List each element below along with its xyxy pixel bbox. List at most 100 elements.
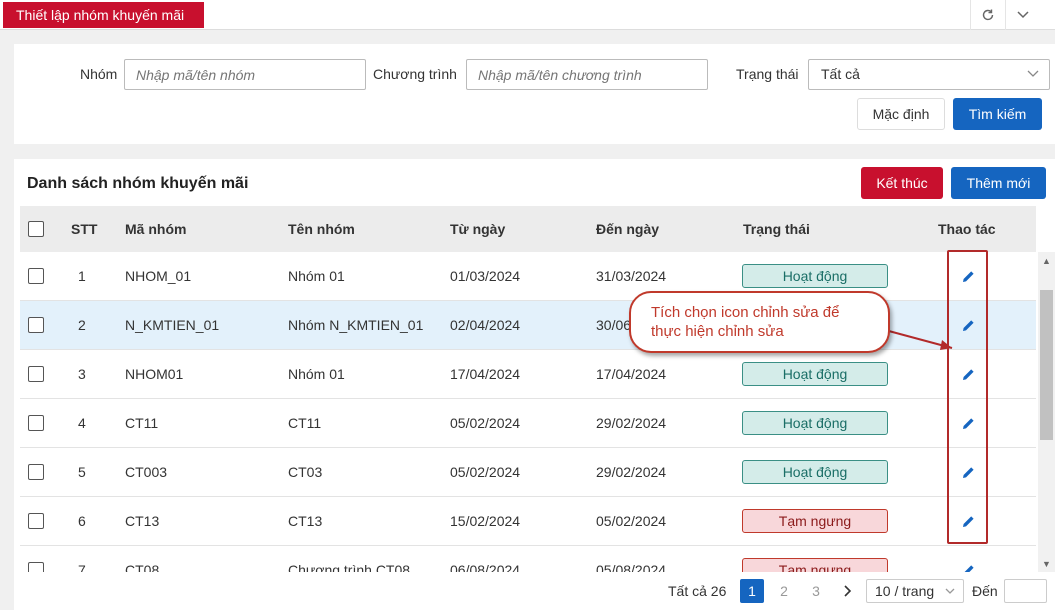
search-button[interactable]: Tìm kiếm <box>953 98 1042 130</box>
row-code: CT13 <box>125 513 160 529</box>
edit-pencil-icon <box>963 564 974 572</box>
edit-pencil-icon <box>962 368 974 380</box>
table-row[interactable]: 5 CT003 CT03 05/02/2024 29/02/2024 Hoạt … <box>20 448 1036 497</box>
collapse-button[interactable] <box>1005 0 1039 30</box>
status-badge: Hoạt động <box>742 460 888 484</box>
row-code: N_KMTIEN_01 <box>125 317 220 333</box>
table-row[interactable]: 4 CT11 CT11 05/02/2024 29/02/2024 Hoạt đ… <box>20 399 1036 448</box>
status-select[interactable]: Tất cả <box>808 59 1050 90</box>
row-to-date: 29/02/2024 <box>596 415 667 431</box>
row-stt: 5 <box>78 464 86 480</box>
edit-button[interactable] <box>959 463 977 481</box>
refresh-icon <box>982 9 993 21</box>
status-badge: Hoạt động <box>742 411 888 435</box>
next-page-button[interactable] <box>836 579 860 603</box>
chevron-down-icon <box>1027 70 1039 77</box>
edit-button[interactable] <box>959 267 977 285</box>
row-name: Nhóm 01 <box>288 268 345 284</box>
row-name: CT13 <box>288 513 323 529</box>
status-badge: Tạm ngưng <box>742 558 888 572</box>
row-stt: 1 <box>78 268 86 284</box>
row-from-date: 15/02/2024 <box>450 513 521 529</box>
row-stt: 3 <box>78 366 86 382</box>
row-checkbox[interactable] <box>28 317 44 333</box>
page-button-1[interactable]: 1 <box>740 579 764 603</box>
table-row[interactable]: 3 NHOM01 Nhóm 01 17/04/2024 17/04/2024 H… <box>20 350 1036 399</box>
edit-pencil-icon <box>962 466 974 478</box>
end-button[interactable]: Kết thúc <box>861 167 943 199</box>
row-code: CT08 <box>125 562 160 572</box>
edit-button[interactable] <box>959 561 977 572</box>
select-all-checkbox[interactable] <box>28 221 44 237</box>
row-from-date: 01/03/2024 <box>450 268 521 284</box>
tab-promotion-group-setup[interactable]: Thiết lập nhóm khuyến mãi <box>3 2 204 28</box>
row-checkbox[interactable] <box>28 415 44 431</box>
callout-line-2: thực hiện chỉnh sửa <box>651 323 784 340</box>
row-from-date: 17/04/2024 <box>450 366 521 382</box>
table-row[interactable]: 6 CT13 CT13 15/02/2024 05/02/2024 Tạm ng… <box>20 497 1036 546</box>
table-header: STT Mã nhóm Tên nhóm Từ ngày Đến ngày Tr… <box>20 206 1036 252</box>
chevron-down-icon <box>945 588 955 594</box>
list-title: Danh sách nhóm khuyến mãi <box>27 175 249 192</box>
status-select-value: Tất cả <box>821 66 860 82</box>
edit-pencil-icon <box>962 515 974 527</box>
row-name: CT11 <box>288 415 322 431</box>
pagination-total: Tất cả 26 <box>668 583 727 599</box>
row-from-date: 06/08/2024 <box>450 562 521 572</box>
row-from-date: 05/02/2024 <box>450 415 521 431</box>
scroll-down-icon[interactable]: ▼ <box>1038 555 1055 572</box>
table-row[interactable]: 1 NHOM_01 Nhóm 01 01/03/2024 31/03/2024 … <box>20 252 1036 301</box>
row-to-date: 31/03/2024 <box>596 268 667 284</box>
default-button[interactable]: Mặc định <box>857 98 945 130</box>
edit-button[interactable] <box>959 414 977 432</box>
row-name: Chương trình CT08 <box>288 562 411 572</box>
status-badge: Tạm ngưng <box>742 509 888 533</box>
row-checkbox[interactable] <box>28 562 44 572</box>
add-new-button[interactable]: Thêm mới <box>951 167 1046 199</box>
edit-button[interactable] <box>959 512 977 530</box>
edit-pencil-icon <box>962 417 974 429</box>
row-checkbox[interactable] <box>28 268 44 284</box>
scroll-thumb[interactable] <box>1040 290 1053 440</box>
program-label: Chương trình <box>373 66 457 82</box>
page-size-select[interactable]: 10 / trang <box>866 579 964 603</box>
row-name: Nhóm N_KMTIEN_01 <box>288 317 424 333</box>
col-action: Thao tác <box>938 221 996 237</box>
status-label: Trạng thái <box>736 66 799 82</box>
col-status: Trạng thái <box>743 221 810 237</box>
row-name: CT03 <box>288 464 323 480</box>
edit-button[interactable] <box>959 365 977 383</box>
row-code: CT003 <box>125 464 168 480</box>
edit-pencil-icon <box>962 319 974 331</box>
row-to-date: 29/02/2024 <box>596 464 667 480</box>
tab-bar: Thiết lập nhóm khuyến mãi <box>0 0 1055 30</box>
edit-button[interactable] <box>959 316 977 334</box>
group-search-input[interactable] <box>124 59 366 90</box>
instruction-callout: Tích chọn icon chỉnh sửa để thực hiện ch… <box>629 291 890 353</box>
page-size-value: 10 / trang <box>875 583 935 599</box>
status-badge: Hoạt động <box>742 362 888 386</box>
refresh-button[interactable] <box>970 0 1004 30</box>
group-label: Nhóm <box>80 66 118 82</box>
callout-line-1: Tích chọn icon chỉnh sửa để <box>651 304 840 321</box>
table-scrollbar[interactable]: ▲ ▼ <box>1038 252 1055 572</box>
goto-page-input[interactable] <box>1004 579 1047 603</box>
row-to-date: 17/04/2024 <box>596 366 667 382</box>
row-code: NHOM_01 <box>125 268 192 284</box>
page-button-3[interactable]: 3 <box>804 579 828 603</box>
row-checkbox[interactable] <box>28 366 44 382</box>
row-stt: 4 <box>78 415 86 431</box>
row-checkbox[interactable] <box>28 464 44 480</box>
col-code: Mã nhóm <box>125 221 187 237</box>
row-stt: 2 <box>78 317 86 333</box>
row-code: CT11 <box>125 415 159 431</box>
row-from-date: 05/02/2024 <box>450 464 521 480</box>
chevron-down-icon <box>1016 11 1029 19</box>
page-button-2[interactable]: 2 <box>772 579 796 603</box>
row-to-date: 30/06 <box>596 317 632 333</box>
scroll-up-icon[interactable]: ▲ <box>1038 252 1055 269</box>
table-row[interactable]: 7 CT08 Chương trình CT08 06/08/2024 05/0… <box>20 546 1036 572</box>
row-checkbox[interactable] <box>28 513 44 529</box>
col-name: Tên nhóm <box>288 221 355 237</box>
program-search-input[interactable] <box>466 59 708 90</box>
